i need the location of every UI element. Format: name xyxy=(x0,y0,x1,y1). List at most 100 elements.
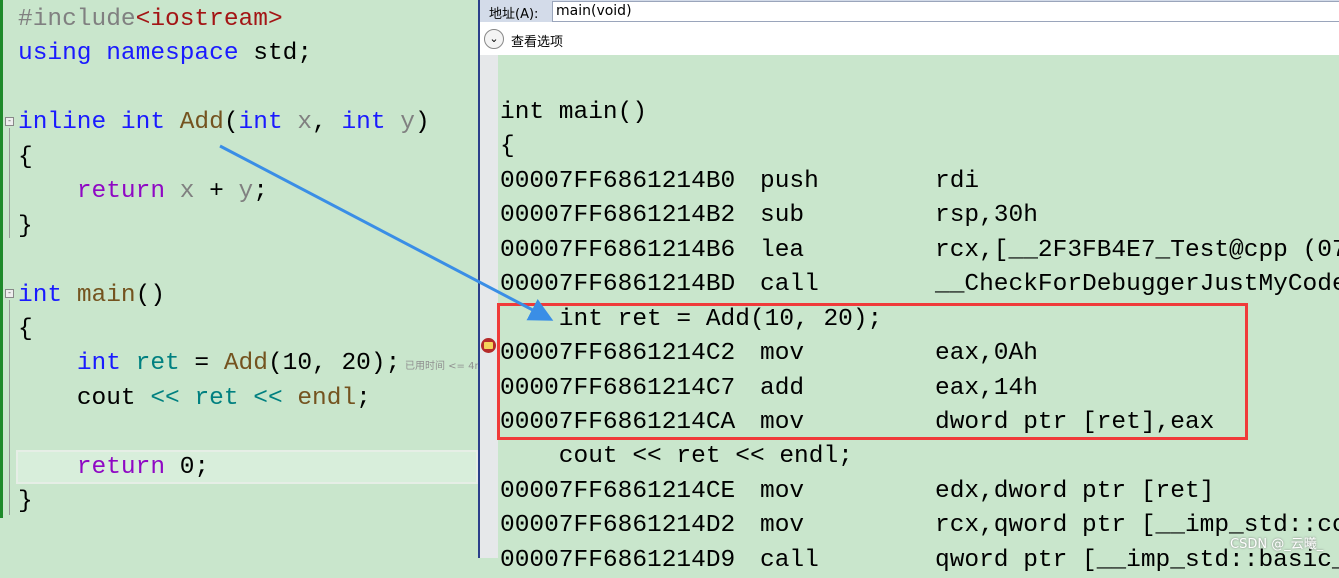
source-line: return 0; xyxy=(18,451,430,485)
address-label: 地址(A): xyxy=(489,7,539,22)
view-options-row: ⌄ 查看选项 xyxy=(480,22,1339,55)
code-token: ret xyxy=(194,384,239,412)
code-token: ret xyxy=(135,350,180,378)
operands: __CheckForDebuggerJustMyCode xyxy=(935,271,1339,299)
code-token: Add xyxy=(223,350,268,378)
change-indicator-bar xyxy=(0,0,3,518)
source-line: int ret = Add(10, 20); xyxy=(18,347,430,381)
code-token: endl xyxy=(297,384,357,412)
fold-toggle-add[interactable]: - xyxy=(5,117,14,126)
code-token: <iostream> xyxy=(135,6,283,33)
code-token: int xyxy=(18,281,63,309)
code-token: int xyxy=(238,109,283,137)
fold-guide xyxy=(9,300,10,515)
code-token: #include xyxy=(18,6,136,33)
operands: rsp,30h xyxy=(935,202,1038,230)
code-token: Add xyxy=(179,109,224,137)
code-token: ; xyxy=(356,384,371,412)
source-line: return x + y; xyxy=(18,175,430,209)
operands: edx,dword ptr [ret] xyxy=(935,477,1215,505)
source-text: cout << ret << endl; xyxy=(500,443,853,471)
code-token: using xyxy=(18,40,92,68)
mnemonic: sub xyxy=(760,202,805,230)
source-text: int main() xyxy=(500,99,648,126)
address: 00007FF6861214B0 xyxy=(500,167,736,195)
instruction-pointer-icon xyxy=(481,338,496,353)
source-line: { xyxy=(18,141,430,175)
mnemonic: lea xyxy=(760,236,805,264)
source-line: #include<iostream> xyxy=(18,3,430,37)
code-token: + xyxy=(194,178,239,206)
fold-toggle-main[interactable]: - xyxy=(5,289,14,298)
disassembly-window[interactable]: 地址(A): main(void) ⌄ 查看选项 int main() {0000… xyxy=(478,0,1339,574)
source-text: { xyxy=(500,133,515,161)
code-token: { xyxy=(18,143,33,171)
indicator-margin xyxy=(480,55,498,558)
operands: rdi xyxy=(935,167,980,195)
watermark: CSDN @_云曦_ xyxy=(1230,537,1324,552)
mnemonic: call xyxy=(760,271,819,299)
code-token: = xyxy=(179,350,224,378)
source-line: } xyxy=(18,485,430,519)
address: 00007FF6861214CE xyxy=(500,477,736,505)
address: 00007FF6861214D9 xyxy=(500,546,736,574)
code-token: ) xyxy=(414,109,430,137)
code-token: int xyxy=(120,109,166,137)
code-token: ; xyxy=(253,178,268,206)
source-code[interactable]: #include<iostream> using namespace std; in… xyxy=(18,3,430,520)
code-token: , xyxy=(312,109,342,137)
view-options-label[interactable]: 查看选项 xyxy=(511,31,563,50)
fold-guide xyxy=(9,128,10,238)
address-input[interactable]: main(void) xyxy=(552,1,1339,22)
source-line xyxy=(18,244,430,278)
highlight-box xyxy=(497,303,1248,440)
source-line xyxy=(18,416,430,450)
source-line: using namespace std; xyxy=(18,37,430,71)
code-token: 0; xyxy=(165,453,210,481)
code-token: { xyxy=(18,315,33,343)
code-token: cout xyxy=(76,384,151,412)
address: 00007FF6861214B2 xyxy=(500,202,736,230)
mnemonic: call xyxy=(760,546,819,574)
source-line: inline int Add(int x, int y) xyxy=(18,106,430,140)
code-token: << xyxy=(253,384,283,412)
code-token: int xyxy=(341,109,386,137)
code-token: std; xyxy=(238,40,313,68)
mnemonic: mov xyxy=(760,477,805,505)
code-token: () xyxy=(135,281,166,309)
source-line: int main() xyxy=(18,279,430,313)
address: 00007FF6861214BD xyxy=(500,271,736,299)
code-token: return xyxy=(76,453,166,481)
code-token: namespace xyxy=(106,40,239,68)
code-token: return xyxy=(76,178,166,206)
mnemonic: mov xyxy=(760,512,805,540)
elapsed-time-hint: 已用时间 <= 4ms xyxy=(405,361,478,372)
chevron-down-icon[interactable]: ⌄ xyxy=(484,29,504,49)
source-line: { xyxy=(18,313,430,347)
operands: rcx,[__2F3FB4E7_Test@cpp (07 xyxy=(935,236,1339,264)
code-token: ( xyxy=(223,109,239,137)
address: 00007FF6861214B6 xyxy=(500,236,736,264)
code-token: x xyxy=(297,109,313,137)
code-token: } xyxy=(18,212,33,240)
code-token: x xyxy=(179,178,195,206)
code-token: (10, 20); xyxy=(267,350,401,378)
code-token: } xyxy=(18,488,33,516)
source-editor[interactable]: - - #include<iostream> using namespace st… xyxy=(0,0,478,558)
address-bar: 地址(A): main(void) xyxy=(480,0,1339,22)
code-token: << xyxy=(150,384,180,412)
address: 00007FF6861214D2 xyxy=(500,512,736,540)
